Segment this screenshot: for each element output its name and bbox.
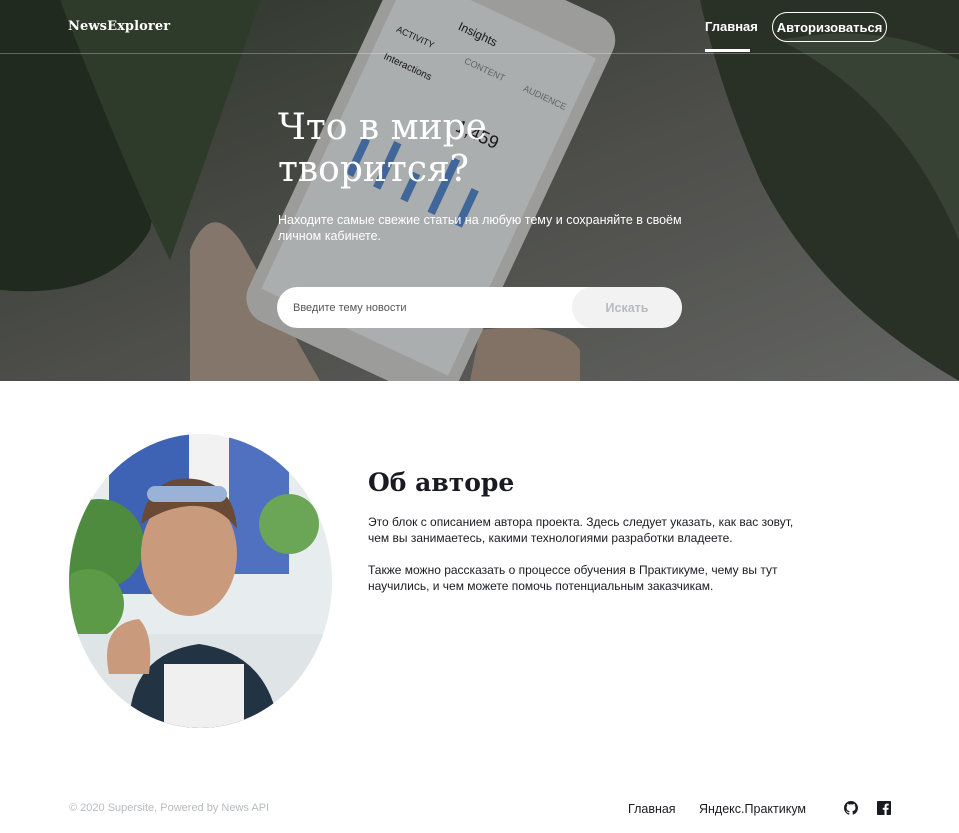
search-input[interactable] — [277, 287, 567, 328]
nav-active-indicator — [705, 49, 750, 52]
about-title: Об авторе — [368, 468, 515, 497]
footer-link-praktikum[interactable]: Яндекс.Практикум — [699, 802, 806, 816]
hero-title: Что в мире творится? — [278, 107, 487, 190]
nav-home-link[interactable]: Главная — [705, 19, 758, 34]
footer-link-home[interactable]: Главная — [628, 802, 676, 816]
about-paragraph-2: Также можно рассказать о процессе обучен… — [368, 563, 778, 593]
github-icon[interactable] — [844, 801, 858, 815]
footer-copyright: © 2020 Supersite, Powered by News API — [69, 802, 270, 814]
hero-section: Insights ACTIVITY CONTENT AUDIENCE Inter… — [0, 0, 959, 381]
about-paragraph-1: Это блок с описанием автора проекта. Зде… — [368, 515, 794, 545]
search-button[interactable]: Искать — [572, 287, 682, 328]
hero-subtitle: Находите самые свежие статьи на любую те… — [278, 213, 682, 243]
site-header: NewsExplorer Главная Авторизоваться — [0, 0, 959, 54]
auth-button[interactable]: Авторизоваться — [772, 12, 887, 42]
author-avatar — [69, 434, 332, 728]
facebook-icon[interactable] — [877, 801, 891, 815]
search-form: Искать — [277, 287, 682, 328]
site-logo[interactable]: NewsExplorer — [68, 19, 170, 34]
